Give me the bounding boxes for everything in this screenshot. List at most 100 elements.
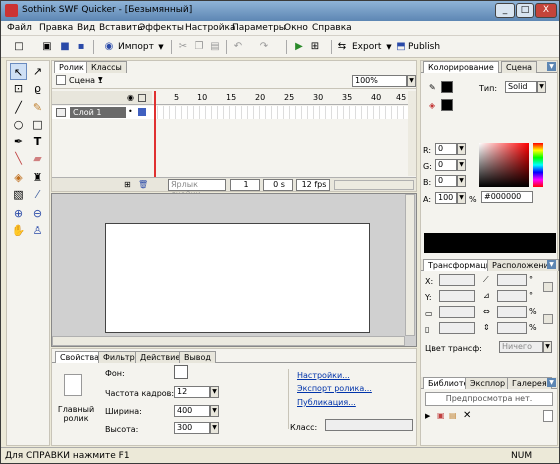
layer-row[interactable]: Слой 1 • — [52, 106, 152, 119]
settings-link[interactable]: Настройки... — [297, 371, 350, 380]
rectangle-tool-icon[interactable]: □ — [29, 116, 46, 133]
tab-classes[interactable]: Классы — [86, 61, 127, 73]
skew-h-input[interactable] — [497, 274, 527, 286]
menu-file[interactable]: Файл — [7, 23, 32, 33]
g-input[interactable]: 0 — [435, 159, 457, 171]
panel-menu-icon[interactable]: ▼ — [547, 260, 556, 269]
r-dropdown-icon[interactable]: ▼ — [457, 143, 466, 155]
maximize-button[interactable]: □ — [516, 3, 534, 18]
menu-settings[interactable]: Настройка — [185, 23, 236, 33]
b-dropdown-icon[interactable]: ▼ — [457, 175, 466, 187]
width-dropdown-icon[interactable]: ▼ — [210, 405, 219, 417]
visibility-eye-icon[interactable]: ◉ — [127, 93, 134, 102]
tab-output[interactable]: Вывод — [179, 351, 216, 363]
a-input[interactable]: 100 — [435, 192, 457, 204]
paste-icon[interactable]: ▤ — [207, 39, 223, 55]
brush-tool-icon[interactable]: ╲ — [10, 150, 27, 167]
layer-color-swatch[interactable] — [138, 108, 146, 116]
panel-menu-icon[interactable]: ▼ — [547, 378, 556, 387]
tab-scene[interactable]: Сцена — [501, 61, 538, 73]
height-dropdown-icon[interactable]: ▼ — [210, 422, 219, 434]
new-file-icon[interactable]: □ — [11, 39, 27, 55]
close-button[interactable]: X — [535, 3, 557, 18]
fill-color-swatch[interactable] — [441, 99, 453, 111]
menu-parameters[interactable]: Параметры — [232, 23, 286, 33]
selection-tool-icon[interactable]: ↖ — [10, 63, 27, 80]
width-input[interactable]: 400 — [174, 405, 210, 417]
export-movie-link[interactable]: Экспорт ролика... — [297, 384, 372, 393]
tab-gallery[interactable]: Галерея — [507, 377, 552, 389]
eyedropper-tool-icon[interactable]: ⁄ — [29, 186, 46, 203]
tab-action[interactable]: Действие — [135, 351, 186, 363]
g-dropdown-icon[interactable]: ▼ — [457, 159, 466, 171]
menu-help[interactable]: Справка — [312, 23, 352, 33]
height-input[interactable]: 300 — [174, 422, 210, 434]
subselection-tool-icon[interactable]: ↗ — [29, 63, 46, 80]
import-button[interactable]: Импорт — [118, 42, 154, 52]
library-expand-icon[interactable]: ▶ — [425, 412, 430, 420]
tab-explorer[interactable]: Эксплор — [465, 377, 511, 389]
fill-type-select[interactable]: Solid — [505, 81, 537, 93]
color-picker-field[interactable] — [479, 143, 529, 187]
delete-layer-icon[interactable]: 🗑 — [138, 180, 148, 189]
bg-color-swatch[interactable] — [174, 365, 188, 379]
export-icon[interactable]: ⇆ — [334, 39, 350, 55]
x-input[interactable] — [439, 274, 475, 286]
playhead[interactable] — [154, 91, 156, 188]
b-input[interactable]: 0 — [435, 175, 457, 187]
tab-coloring[interactable]: Колорирование — [423, 61, 499, 73]
stroke-pencil-icon[interactable]: ✎ — [429, 83, 436, 92]
lock-tool-icon[interactable]: ♙ — [29, 222, 46, 239]
publish-icon[interactable]: ⬒ — [393, 39, 409, 55]
library-scroll-icon[interactable] — [543, 410, 553, 422]
outline-icon[interactable] — [138, 94, 146, 102]
new-folder-icon[interactable]: ▤ — [449, 411, 457, 420]
menu-insert[interactable]: Вставить — [99, 23, 143, 33]
new-symbol-icon[interactable]: ▣ — [437, 411, 445, 420]
layer-name[interactable]: Слой 1 — [70, 107, 126, 118]
panel-menu-icon[interactable]: ▼ — [547, 62, 556, 71]
redo-icon[interactable]: ↷ — [256, 39, 272, 55]
text-tool-icon[interactable]: T — [29, 133, 46, 150]
link-scale-icon[interactable] — [543, 314, 553, 324]
fill-bucket-icon[interactable]: ◈ — [429, 101, 435, 110]
fps-input[interactable]: 12 — [174, 386, 210, 398]
stage[interactable] — [105, 223, 370, 333]
open-folder-icon[interactable]: ▣ — [39, 39, 55, 55]
ink-bottle-tool-icon[interactable]: ♜ — [29, 169, 46, 186]
menu-edit[interactable]: Правка — [39, 23, 73, 33]
canvas-vertical-scrollbar[interactable] — [405, 194, 415, 336]
menu-effects[interactable]: Эффекты — [139, 23, 184, 33]
save-icon[interactable]: ■ — [57, 39, 73, 55]
color-transform-select[interactable]: Ничего — [499, 341, 543, 353]
pencil-tool-icon[interactable]: ✎ — [29, 99, 46, 116]
lasso-tool-icon[interactable]: ϱ — [29, 80, 46, 97]
delete-symbol-icon[interactable]: ✕ — [463, 410, 471, 421]
zoom-dropdown-icon[interactable]: ▼ — [407, 75, 416, 87]
a-dropdown-icon[interactable]: ▼ — [457, 192, 466, 204]
scene-dropdown-icon[interactable]: ▼ — [98, 76, 103, 83]
tab-properties[interactable]: Свойства — [55, 351, 105, 363]
scale-v-input[interactable] — [497, 322, 527, 334]
tab-filter[interactable]: Фильтр — [98, 351, 140, 363]
fill-type-dropdown-icon[interactable]: ▼ — [537, 81, 546, 93]
minimize-button[interactable]: _ — [495, 3, 515, 18]
import-icon[interactable]: ◉ — [101, 39, 117, 55]
save-all-icon[interactable]: ▪ — [73, 39, 89, 55]
transform-tool-icon[interactable]: ⊡ — [10, 80, 27, 97]
gradient-tool-icon[interactable]: ▧ — [10, 186, 27, 203]
hue-slider[interactable] — [533, 143, 543, 187]
pen-tool-icon[interactable]: ✒ — [10, 133, 27, 150]
eraser-tool-icon[interactable]: ▰ — [29, 150, 46, 167]
stroke-color-swatch[interactable] — [441, 81, 453, 93]
timeline-vertical-scrollbar[interactable] — [408, 91, 416, 176]
zoom-out-tool-icon[interactable]: ⊖ — [29, 205, 46, 222]
timeline-horizontal-scrollbar[interactable] — [334, 180, 414, 190]
tab-movie[interactable]: Ролик — [54, 61, 89, 73]
zoom-select[interactable]: 100% — [352, 75, 407, 87]
menu-view[interactable]: Вид — [77, 23, 95, 33]
play-icon[interactable]: ▶ — [291, 39, 307, 55]
publish-link[interactable]: Публикация... — [297, 398, 356, 407]
frame-grid[interactable] — [152, 106, 408, 119]
paint-bucket-tool-icon[interactable]: ◈ — [10, 169, 27, 186]
